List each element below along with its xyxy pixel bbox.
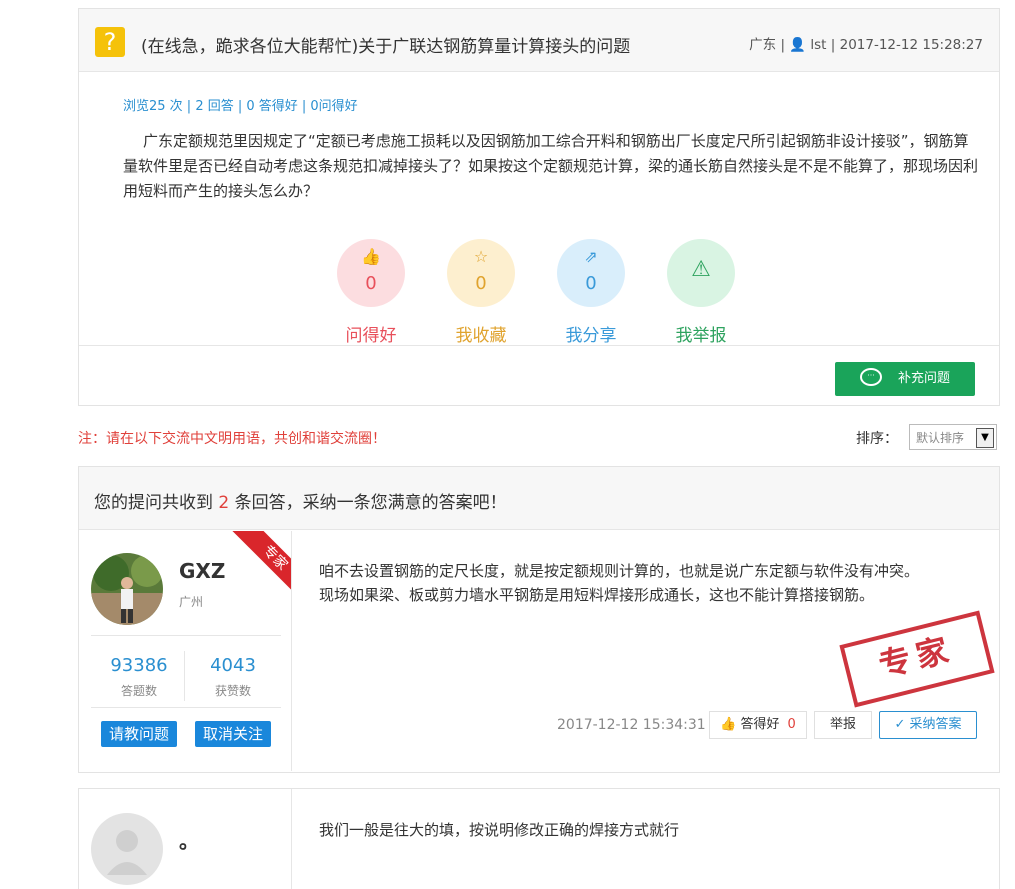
favorite-count: 0 xyxy=(475,273,487,294)
divider xyxy=(91,635,281,636)
report-circle[interactable]: ⚠ xyxy=(667,239,735,307)
favorite-label[interactable]: 我收藏 xyxy=(431,321,531,346)
question-header: ? (在线急，跪求各位大能帮忙)关于广联达钢筋算量计算接头的问题 广东 | 👤 … xyxy=(79,9,999,72)
question-body: 广东定额规范里因规定了“定额已考虑施工损耗以及因钢筋加工综合开料和钢筋出厂长度定… xyxy=(123,132,979,200)
answer-text: 我们一般是往大的填，按说明修改正确的焊接方式就行 xyxy=(319,821,680,839)
question-mark-icon: ? xyxy=(95,27,125,57)
ask-question-button[interactable]: 请教问题 xyxy=(101,721,177,747)
question-stats: 浏览25 次 | 2 回答 | 0 答得好 | 0问得好 xyxy=(123,99,358,114)
answers-count: 2 xyxy=(218,493,230,513)
expert-stamp: 专家 xyxy=(839,610,995,708)
check-circle-icon: ✓ xyxy=(894,717,906,732)
good-answer-button[interactable]: 👍 答得好 0 xyxy=(709,711,807,739)
answer-text: 咱不去设置钢筋的定尺长度，就是按定额规则计算的，也就是说广东定额与软件没有冲突。… xyxy=(319,562,920,604)
like-question-action[interactable]: 👍 0 问得好 xyxy=(321,239,421,346)
answerer-location: 广州 xyxy=(179,595,204,609)
avatar[interactable] xyxy=(91,553,163,625)
sort-label: 排序： xyxy=(856,431,898,447)
share-circle[interactable]: ⇗ 0 xyxy=(557,239,625,307)
report-action[interactable]: ⚠ 我举报 xyxy=(651,239,751,346)
answerer-card: 。 xyxy=(81,789,292,889)
thumbs-up-icon: 👍 xyxy=(720,717,737,732)
answerer-card: GXZ 广州 专家 93386 答题数 4043 获赞数 请教问题 取消关注 xyxy=(81,531,292,771)
favorite-action[interactable]: ☆ 0 我收藏 xyxy=(431,239,531,346)
answers-stat: 93386 答题数 xyxy=(110,655,168,698)
unfollow-button[interactable]: 取消关注 xyxy=(195,721,271,747)
answerer-name[interactable]: GXZ xyxy=(179,559,225,583)
civility-notice: 注：请在以下交流中文明用语，共创和谐交流圈！ xyxy=(78,431,386,447)
warning-icon: ⚠ xyxy=(691,257,711,282)
divider xyxy=(184,651,185,701)
likes-stat: 4043 获赞数 xyxy=(210,655,256,698)
question-meta: 广东 | 👤 lst | 2017-12-12 15:28:27 xyxy=(749,37,983,53)
question-title: (在线急，跪求各位大能帮忙)关于广联达钢筋算量计算接头的问题 xyxy=(141,37,631,57)
answers-panel: 您的提问共收到 2 条回答，采纳一条您满意的答案吧！ GXZ 广州 专家 933… xyxy=(78,466,1000,773)
answerer-name[interactable]: 。 xyxy=(179,825,199,854)
share-label[interactable]: 我分享 xyxy=(541,321,641,346)
accept-answer-button[interactable]: ✓ 采纳答案 xyxy=(879,711,977,739)
default-avatar-icon[interactable] xyxy=(91,813,163,885)
answers-summary: 您的提问共收到 2 条回答，采纳一条您满意的答案吧！ xyxy=(94,493,507,513)
share-action[interactable]: ⇗ 0 我分享 xyxy=(541,239,641,346)
star-icon: ☆ xyxy=(473,247,489,266)
chat-bubble-icon: ··· xyxy=(859,368,882,386)
answers-header: 您的提问共收到 2 条回答，采纳一条您满意的答案吧！ xyxy=(79,467,999,530)
favorite-circle[interactable]: ☆ 0 xyxy=(447,239,515,307)
answer-time: 2017-12-12 15:34:31 xyxy=(557,717,706,733)
chevron-down-icon[interactable]: ▼ xyxy=(976,428,994,448)
question-footer: ··· 补充问题 xyxy=(79,345,999,406)
share-icon: ⇗ xyxy=(584,247,598,266)
expert-ribbon: 专家 xyxy=(231,531,291,597)
sort-select[interactable]: 默认排序 ▼ xyxy=(909,424,997,450)
report-button[interactable]: 举报 xyxy=(814,711,872,739)
report-label[interactable]: 我举报 xyxy=(651,321,751,346)
divider xyxy=(91,707,281,708)
like-count: 0 xyxy=(365,273,377,294)
supplement-question-button[interactable]: ··· 补充问题 xyxy=(835,362,975,396)
answer-card-2: 。 我们一般是往大的填，按说明修改正确的焊接方式就行 xyxy=(78,788,1000,889)
thumbs-up-icon: 👍 xyxy=(361,247,381,266)
share-count: 0 xyxy=(585,273,597,294)
like-label[interactable]: 问得好 xyxy=(321,321,421,346)
like-circle[interactable]: 👍 0 xyxy=(337,239,405,307)
question-panel: ? (在线急，跪求各位大能帮忙)关于广联达钢筋算量计算接头的问题 广东 | 👤 … xyxy=(78,8,1000,406)
